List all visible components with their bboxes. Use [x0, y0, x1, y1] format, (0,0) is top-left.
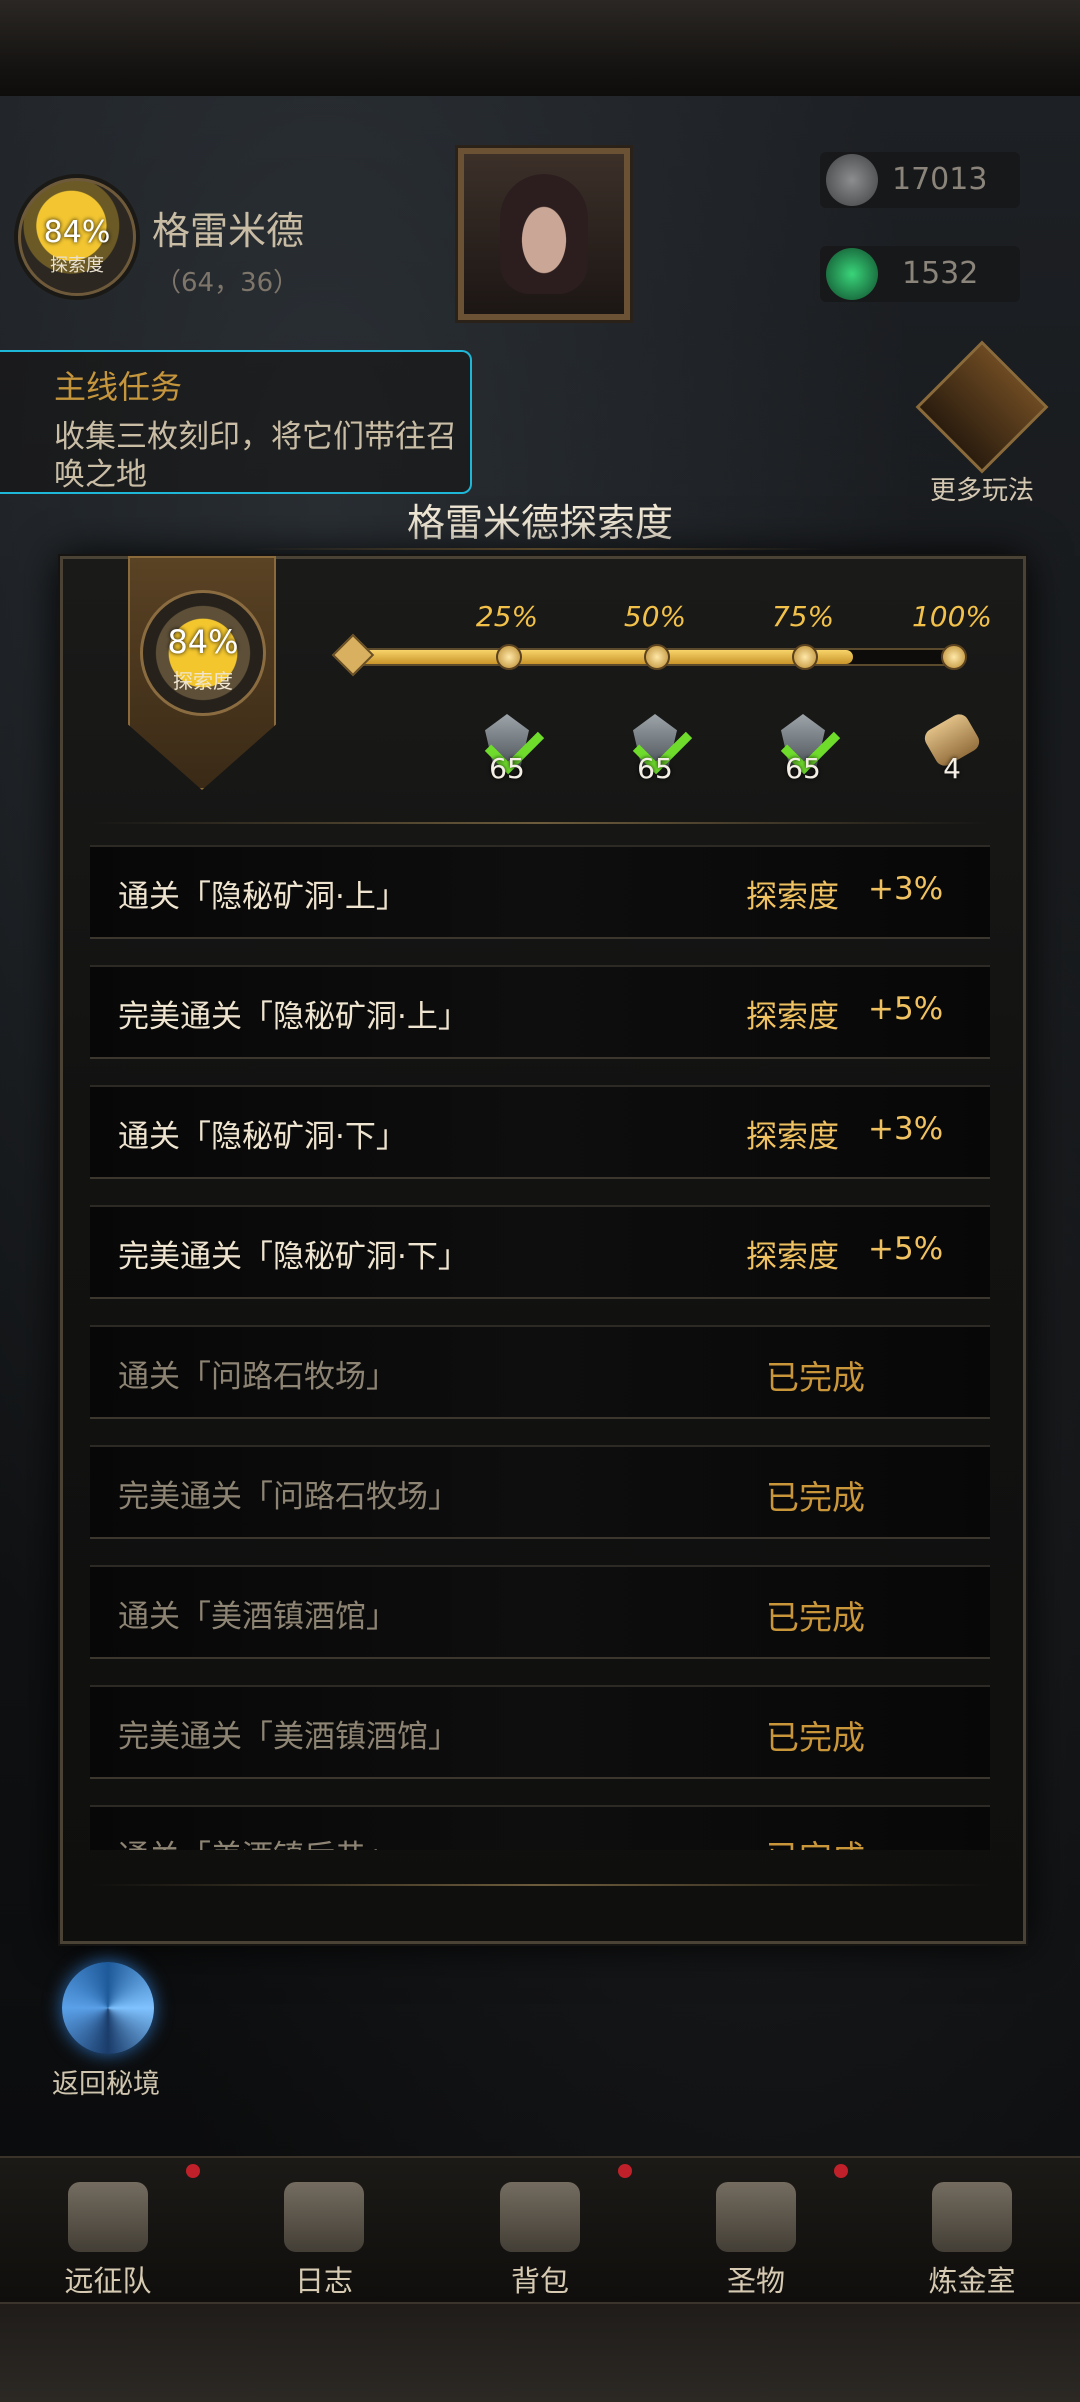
milestone-label: 100% — [911, 600, 993, 633]
header-divider — [92, 822, 988, 824]
portrait-face — [500, 174, 588, 294]
nav-label: 远征队 — [64, 2264, 152, 2298]
helmet-icon — [68, 2182, 148, 2252]
task-status: 已完成 — [766, 1598, 865, 1637]
task-row[interactable]: 通关「美酒镇酒馆」 已完成 — [90, 1565, 990, 1659]
backpack-icon — [500, 2182, 580, 2252]
top-frame — [0, 0, 1080, 98]
nav-item-3[interactable]: 圣物 — [648, 2156, 864, 2302]
task-reward-label: 探索度 — [746, 879, 839, 915]
task-status: 已完成 — [766, 1718, 865, 1757]
task-status: 已完成 — [766, 1831, 865, 1850]
bottom-frame — [0, 2302, 1080, 2402]
resource-stone-value: 17013 — [892, 162, 988, 197]
task-reward-label: 探索度 — [746, 1239, 839, 1275]
task-text: 通关「隐秘矿洞·下」 — [118, 1119, 407, 1155]
task-row[interactable]: 完美通关「隐秘矿洞·下」 探索度 +5% — [90, 1205, 990, 1299]
nav-item-2[interactable]: 背包 — [432, 2156, 648, 2302]
task-reward-label: 探索度 — [746, 999, 839, 1035]
more-gameplay-button[interactable]: 更多玩法 — [915, 340, 1049, 507]
resource-stone: 17013 — [820, 152, 1020, 208]
exploration-emblem: 84% 探索度 — [140, 590, 266, 716]
task-row[interactable]: 通关「隐秘矿洞·上」 探索度 +3% — [90, 845, 990, 939]
nav-label: 圣物 — [726, 2264, 785, 2298]
milestone-node — [792, 644, 818, 670]
main-quest-title: 主线任务 — [54, 368, 183, 406]
progress-fill — [354, 650, 853, 664]
nav-item-4[interactable]: 炼金室 — [864, 2156, 1080, 2302]
task-row[interactable]: 通关「问路石牧场」 已完成 — [90, 1325, 990, 1419]
dialog-title: 格雷米德探索度 — [406, 501, 673, 545]
task-row[interactable]: 完美通关「美酒镇酒馆」 已完成 — [90, 1685, 990, 1779]
task-text: 通关「美酒镇后巷」 — [118, 1831, 397, 1850]
milestone-count: 4 — [943, 752, 961, 785]
milestone-node — [496, 644, 522, 670]
region-exploration-badge[interactable]: 84% 探索度 — [18, 178, 136, 296]
task-row[interactable]: 完美通关「问路石牧场」 已完成 — [90, 1445, 990, 1539]
alchemy-icon — [932, 2182, 1012, 2252]
resource-emerald: 1532 — [820, 246, 1020, 302]
stone-icon — [826, 154, 878, 206]
emerald-icon — [826, 248, 878, 300]
task-text: 完美通关「美酒镇酒馆」 — [118, 1719, 459, 1755]
notification-dot — [834, 2164, 848, 2178]
task-text: 完美通关「隐秘矿洞·下」 — [118, 1239, 469, 1275]
notification-dot — [186, 2164, 200, 2178]
dialog-bottom-divider — [92, 1884, 988, 1886]
resource-emerald-value: 1532 — [902, 256, 979, 291]
portal-icon[interactable] — [62, 1962, 154, 2054]
milestone-count: 65 — [489, 752, 525, 785]
main-quest-text: 收集三枚刻印，将它们带往召唤之地 — [54, 419, 457, 493]
journal-icon — [284, 2182, 364, 2252]
milestone-label: 50% — [623, 600, 687, 633]
nav-label: 炼金室 — [928, 2264, 1016, 2298]
task-row[interactable]: 通关「隐秘矿洞·下」 探索度 +3% — [90, 1085, 990, 1179]
nav-item-0[interactable]: 远征队 — [0, 2156, 216, 2302]
gift-icon — [915, 340, 1049, 474]
task-status: 已完成 — [766, 1478, 865, 1517]
task-reward-amount: +3% — [868, 871, 944, 907]
region-name: 格雷米德 — [152, 209, 305, 253]
milestone-count: 65 — [785, 752, 821, 785]
nav-item-1[interactable]: 日志 — [216, 2156, 432, 2302]
emblem-pct: 84% — [167, 623, 239, 661]
nav-label: 背包 — [510, 2264, 569, 2298]
return-portal-label[interactable]: 返回秘境 — [52, 2062, 160, 2101]
task-reward-label: 探索度 — [746, 1119, 839, 1155]
title-divider — [250, 548, 830, 550]
task-text: 通关「问路石牧场」 — [118, 1359, 397, 1395]
emblem-label: 探索度 — [173, 669, 233, 693]
nav-label: 日志 — [294, 2264, 353, 2298]
task-text: 通关「美酒镇酒馆」 — [118, 1599, 397, 1635]
region-coordinates: （64，36） — [155, 268, 300, 298]
task-reward-amount: +5% — [868, 991, 944, 1027]
milestone-count: 65 — [637, 752, 673, 785]
milestone-label: 25% — [475, 600, 539, 633]
task-text: 完美通关「隐秘矿洞·上」 — [118, 999, 469, 1035]
task-text: 通关「隐秘矿洞·上」 — [118, 879, 407, 915]
chalice-icon — [716, 2182, 796, 2252]
task-list[interactable]: 通关「隐秘矿洞·上」 探索度 +3% 完美通关「隐秘矿洞·上」 探索度 +5% 通关「隐秘矿… — [90, 845, 990, 1850]
task-status: 已完成 — [766, 1358, 865, 1397]
notification-dot — [618, 2164, 632, 2178]
task-reward-amount: +3% — [868, 1111, 944, 1147]
task-reward-amount: +5% — [868, 1231, 944, 1267]
task-row[interactable]: 完美通关「隐秘矿洞·上」 探索度 +5% — [90, 965, 990, 1059]
hero-portrait[interactable] — [458, 148, 630, 320]
milestone-label: 75% — [771, 600, 835, 633]
milestone-node — [941, 644, 967, 670]
region-exploration-label: 探索度 — [50, 255, 104, 276]
task-text: 完美通关「问路石牧场」 — [118, 1479, 459, 1515]
task-row[interactable]: 通关「美酒镇后巷」 已完成 — [90, 1805, 990, 1850]
milestone-node — [644, 644, 670, 670]
region-exploration-pct: 84% — [43, 215, 111, 250]
